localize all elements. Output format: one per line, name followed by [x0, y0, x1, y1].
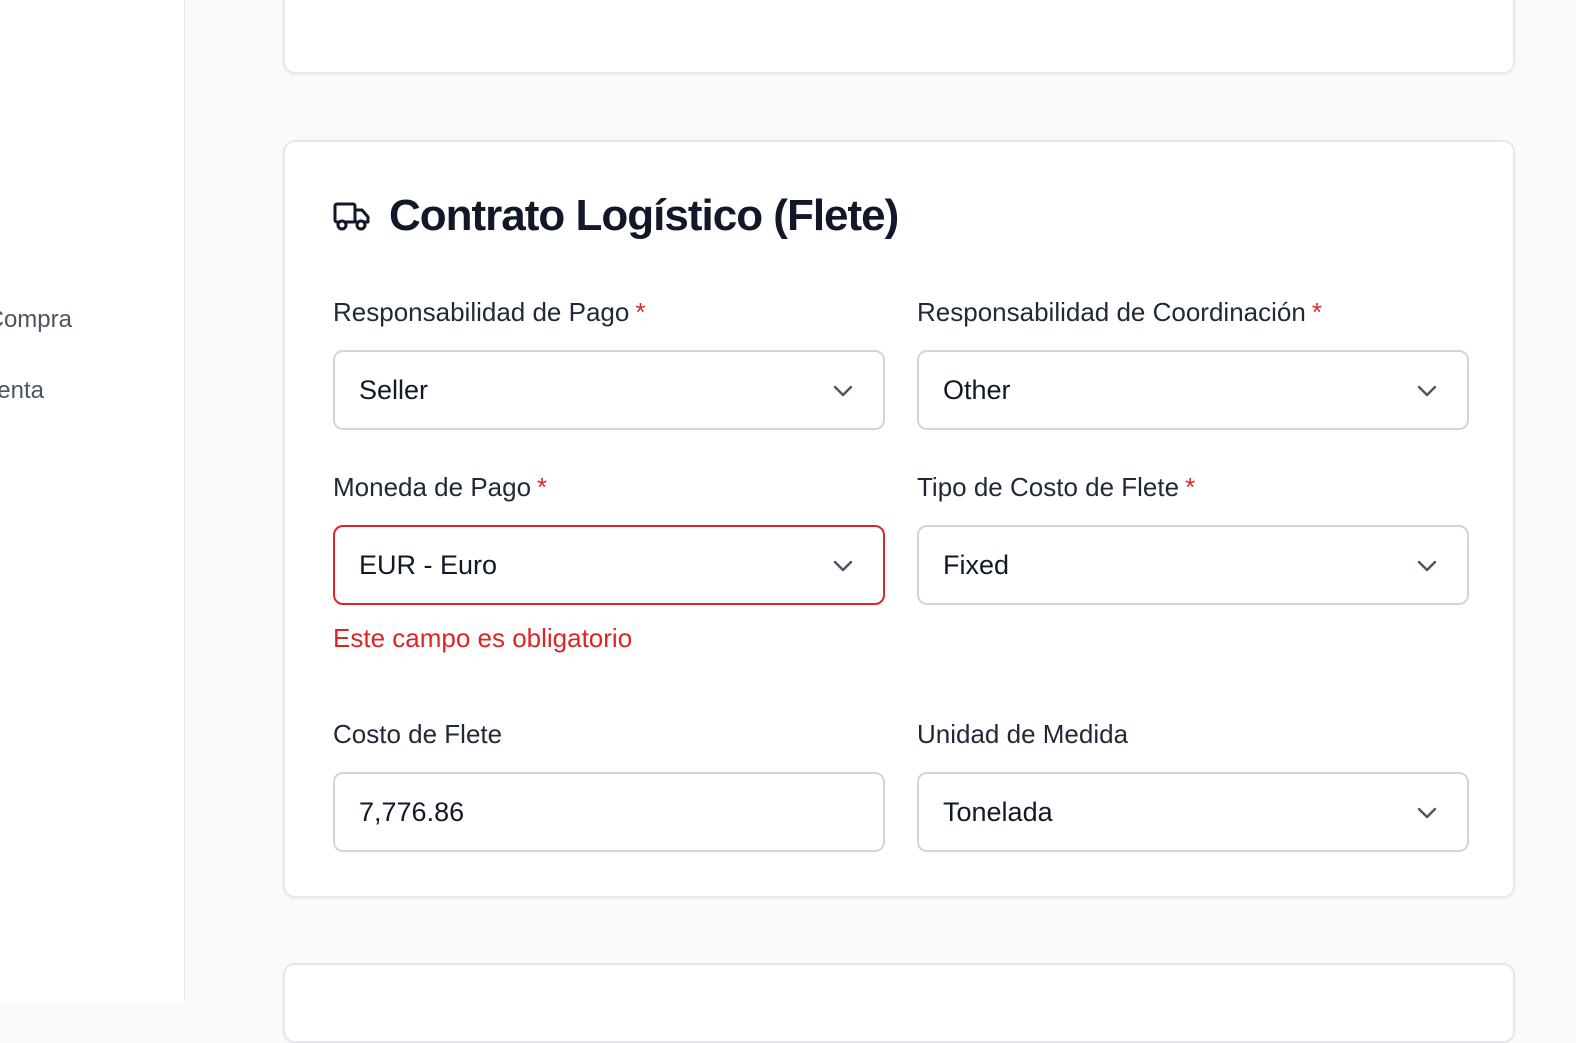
chevron-down-icon [1417, 385, 1437, 397]
freight-cost-label: Costo de Flete [333, 719, 503, 749]
unit-of-measure-field: Unidad de Medida Tonelada [917, 716, 1469, 852]
required-asterisk: * [1185, 472, 1196, 502]
payment-responsibility-field: Responsabilidad de Pago * Seller [333, 294, 885, 430]
coordination-responsibility-field: Responsabilidad de Coordinación * Other [917, 294, 1469, 430]
required-asterisk: * [1311, 297, 1322, 327]
chevron-down-icon [833, 560, 853, 572]
freight-cost-type-label: Tipo de Costo de Flete * [917, 472, 1196, 502]
section-header: Contrato Logístico (Flete) [333, 188, 899, 244]
unit-of-measure-label: Unidad de Medida [917, 719, 1129, 749]
coordination-responsibility-select[interactable]: Other [917, 350, 1469, 430]
required-asterisk: * [537, 472, 548, 502]
coordination-responsibility-value: Other [943, 374, 1011, 405]
sidebar-item-label: Contratos de Compra [0, 306, 72, 333]
chevron-down-icon [1417, 560, 1437, 572]
sidebar-item-label: Contratos de Venta [0, 377, 44, 404]
payment-responsibility-value: Seller [359, 374, 429, 405]
payment-currency-field: Moneda de Pago * EUR - Euro Este campo es… [333, 469, 885, 654]
truck-icon [333, 202, 370, 231]
freight-cost-type-field: Tipo de Costo de Flete * Fixed [917, 469, 1469, 605]
unit-of-measure-value: Tonelada [943, 796, 1053, 827]
payment-currency-select[interactable]: EUR - Euro [333, 525, 885, 605]
chevron-down-icon [1417, 807, 1437, 819]
sidebar-item-contratos-compra[interactable]: Contratos de Compra [0, 306, 72, 334]
sidebar-item-contratos-venta[interactable]: Contratos de Venta [0, 377, 44, 405]
freight-cost-input[interactable] [333, 772, 885, 852]
freight-cost-type-select[interactable]: Fixed [917, 525, 1469, 605]
payment-responsibility-select[interactable]: Seller [333, 350, 885, 430]
chevron-down-icon [833, 385, 853, 397]
freight-contract-card: Contrato Logístico (Flete) Responsabilid… [283, 140, 1515, 898]
section-title: Contrato Logístico (Flete) [389, 191, 899, 240]
freight-cost-type-value: Fixed [943, 549, 1010, 580]
sidebar: Contratos de Compra Contratos de Venta [0, 0, 185, 1002]
unit-of-measure-select[interactable]: Tonelada [917, 772, 1469, 852]
next-section-card [283, 963, 1515, 1043]
coordination-responsibility-label: Responsabilidad de Coordinación * [917, 297, 1322, 327]
payment-responsibility-label: Responsabilidad de Pago * [333, 297, 646, 327]
required-asterisk: * [635, 297, 646, 327]
payment-currency-value: EUR - Euro [359, 549, 498, 580]
payment-currency-label: Moneda de Pago * [333, 472, 548, 502]
previous-section-card [283, 0, 1515, 74]
freight-cost-field: Costo de Flete [333, 716, 885, 852]
payment-currency-error: Este campo es obligatorio [333, 623, 633, 653]
